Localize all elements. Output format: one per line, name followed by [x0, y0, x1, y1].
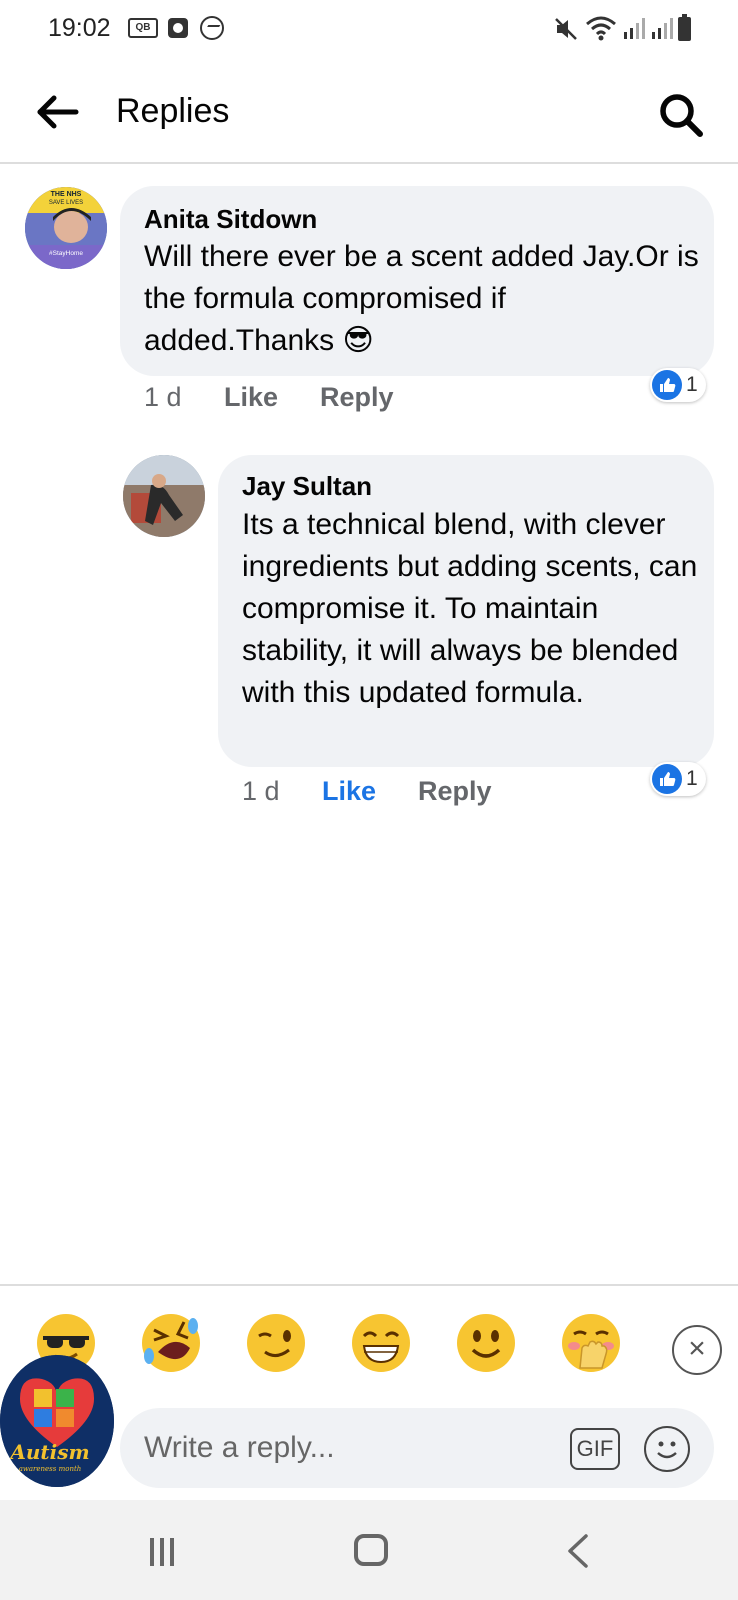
nav-back-icon[interactable]: [566, 1534, 590, 1568]
voicemail-icon: QB: [128, 18, 158, 38]
system-nav-bar: [0, 1500, 738, 1600]
gif-button[interactable]: GIF: [570, 1428, 620, 1470]
reply-composer[interactable]: GIF: [120, 1408, 714, 1488]
alarm-icon: [168, 18, 188, 38]
user-avatar-label: Autism: [8, 1440, 89, 1464]
battery-icon: [678, 14, 691, 41]
mute-icon: [555, 18, 577, 40]
signal-icon-2: [652, 18, 673, 39]
home-icon[interactable]: [354, 1534, 388, 1566]
comment-text-body: Will there ever be a scent added Jay.Or …: [144, 240, 699, 357]
close-emoji-bar-button[interactable]: ×: [672, 1325, 722, 1375]
screen: 19:02 QB Replies THE NHS SAVE LIVES #Sta…: [0, 0, 738, 1600]
reply-bubble[interactable]: Jay Sultan Its a technical blend, with c…: [218, 455, 714, 767]
sunglasses-emoji: 😎: [342, 324, 374, 357]
comment-author[interactable]: Anita Sitdown: [144, 204, 317, 235]
reaction-badge[interactable]: 1: [650, 368, 706, 402]
avatar-text-top: THE NHS: [51, 191, 82, 198]
avatar-text-bottom: #StayHome: [49, 250, 83, 257]
avatar-text-middle: SAVE LIVES: [49, 200, 83, 206]
user-avatar-sublabel: awareness month: [19, 1465, 82, 1473]
reply-input[interactable]: [144, 1426, 524, 1470]
comment-text: Will there ever be a scent added Jay.Or …: [144, 236, 704, 362]
recent-apps-icon[interactable]: [150, 1538, 180, 1566]
avatar-anita[interactable]: THE NHS SAVE LIVES #StayHome: [25, 187, 107, 269]
reply-button[interactable]: Reply: [320, 382, 394, 413]
user-avatar[interactable]: Autism awareness month: [0, 1355, 114, 1487]
reply-text: Its a technical blend, with clever ingre…: [242, 508, 698, 709]
thumbs-up-icon: [652, 370, 682, 400]
reaction-count: 1: [686, 373, 698, 396]
comment-time: 1 d: [144, 382, 182, 412]
reply-button[interactable]: Reply: [418, 776, 492, 807]
emoji-hand-over-mouth[interactable]: [560, 1312, 622, 1374]
reply-author[interactable]: Jay Sultan: [242, 471, 372, 502]
divider: [0, 1284, 738, 1286]
emoji-winking[interactable]: [245, 1312, 307, 1374]
reaction-count: 1: [686, 767, 698, 790]
comment-bubble[interactable]: Anita Sitdown Will there ever be a scent…: [120, 186, 714, 376]
page-title: Replies: [116, 92, 230, 130]
reaction-badge[interactable]: 1: [650, 762, 706, 796]
search-icon[interactable]: [656, 90, 706, 140]
emoji-grinning[interactable]: [350, 1312, 412, 1374]
status-bar: 19:02 QB: [0, 0, 738, 60]
emoji-smiling[interactable]: [455, 1312, 517, 1374]
status-time: 19:02: [48, 14, 111, 42]
emoji-picker-icon[interactable]: [644, 1426, 690, 1472]
thumbs-up-icon: [652, 764, 682, 794]
wifi-icon: [586, 16, 616, 41]
emoji-rolling-laughing[interactable]: [140, 1312, 202, 1374]
messenger-icon: [200, 16, 224, 40]
signal-icon-1: [624, 18, 645, 39]
back-arrow-icon[interactable]: [36, 94, 80, 130]
avatar-jay[interactable]: [123, 455, 205, 537]
header: Replies: [0, 60, 738, 164]
reply-time: 1 d: [242, 776, 280, 806]
like-button-liked[interactable]: Like: [322, 776, 376, 807]
like-button[interactable]: Like: [224, 382, 278, 413]
